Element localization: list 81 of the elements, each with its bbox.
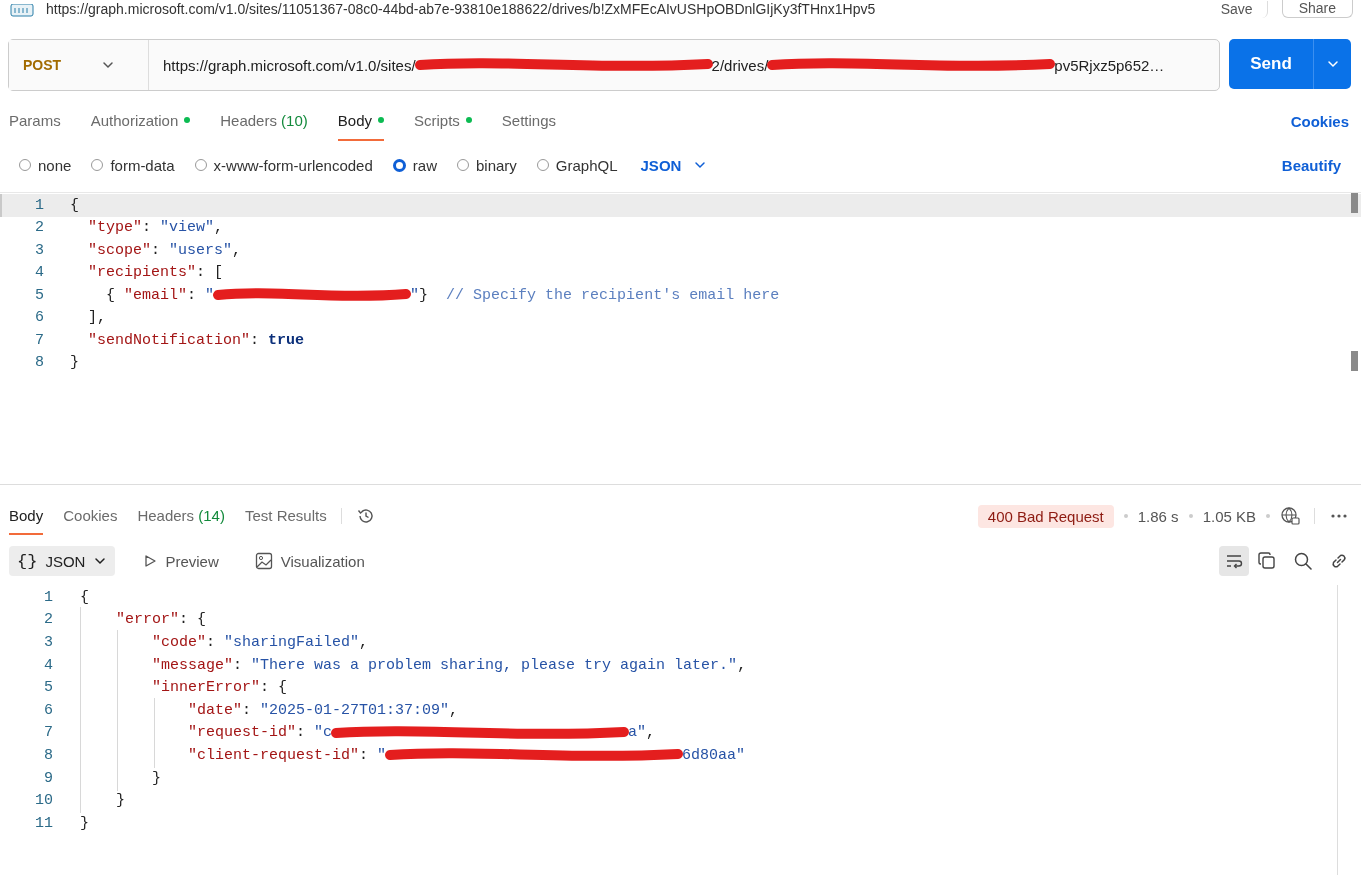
code-text: "recipients": [: [87, 264, 224, 282]
request-tab[interactable]: Settings: [501, 101, 557, 141]
body-type-option[interactable]: form-data: [91, 156, 175, 174]
http-icon: [10, 4, 34, 18]
line-number: 3: [43, 634, 53, 651]
scrollbar-thumb[interactable]: [1351, 193, 1358, 213]
view-mode-button[interactable]: Visualization: [246, 546, 373, 576]
code-text: "innerError": {: [151, 679, 288, 697]
status-badge: 400 Bad Request: [977, 504, 1114, 528]
view-mode-button[interactable]: {} JSON: [9, 546, 116, 576]
body-type-option[interactable]: raw: [392, 156, 437, 174]
body-type-option[interactable]: binary: [456, 156, 517, 174]
code-text: { "email": ": [105, 286, 215, 304]
line-number: 7: [34, 331, 44, 349]
line-number: 1: [43, 588, 53, 606]
response-tab[interactable]: Body: [9, 497, 44, 535]
line-number: 3: [34, 241, 44, 259]
beautify-link[interactable]: Beautify: [1281, 156, 1341, 174]
share-button[interactable]: Share: [1281, 0, 1353, 18]
image-icon: [254, 552, 273, 570]
line-number: 6: [43, 701, 53, 719]
line-number: 10: [34, 792, 53, 810]
response-tab[interactable]: Cookies: [63, 497, 118, 535]
line-number: 4: [43, 656, 53, 674]
line-number: 5: [34, 286, 44, 304]
globe-lock-icon[interactable]: [1280, 506, 1300, 526]
line-number: 6: [34, 309, 44, 327]
code-text: 6d80aa": [682, 746, 746, 764]
radio-button[interactable]: [392, 158, 406, 172]
response-tab[interactable]: Test Results: [244, 497, 327, 535]
line-number: 7: [43, 724, 53, 742]
response-size: 1.05 KB: [1202, 507, 1256, 525]
code-text: "} // Specify the recipient's email here: [410, 286, 780, 304]
code-text: ],: [87, 309, 106, 327]
request-tab[interactable]: Body: [337, 101, 384, 141]
code-text: "scope": "users",: [87, 241, 242, 259]
line-number: 8: [43, 746, 53, 764]
code-text: "type": "view",: [87, 219, 224, 237]
code-text: }: [80, 814, 89, 832]
line-number: 1: [34, 196, 44, 214]
line-number: 11: [34, 814, 53, 832]
scrollbar-thumb[interactable]: [1351, 351, 1358, 371]
code-text: }: [70, 354, 79, 372]
history-icon[interactable]: [355, 506, 376, 526]
code-text: "client-request-id": ": [187, 746, 387, 764]
line-number: 5: [43, 679, 53, 697]
request-tab[interactable]: Params: [9, 101, 61, 141]
line-number: 2: [34, 219, 44, 237]
response-time: 1.86 s: [1137, 507, 1179, 525]
line-number: 2: [43, 611, 53, 629]
request-tab[interactable]: Headers (10): [220, 101, 308, 141]
request-title: https://graph.microsoft.com/v1.0/sites/11051367-08c0-44bd-ab7e-93810e188622/drives/b!ZxMFEcAIvUSHpOBDnlGIjKy3fTHnx1Hpv5: [46, 1, 876, 18]
save-button[interactable]: Save: [1204, 1, 1268, 18]
format-dropdown[interactable]: JSON: [640, 156, 708, 174]
code-text: "date": "2025-01-27T01:37:09",: [187, 701, 459, 719]
copy-icon[interactable]: [1257, 551, 1277, 571]
line-number: 9: [43, 769, 53, 787]
code-text: {: [80, 588, 89, 606]
search-icon[interactable]: [1293, 551, 1313, 571]
request-tab[interactable]: Scripts: [414, 101, 472, 141]
response-tab[interactable]: Headers (14): [137, 497, 225, 535]
code-text: {: [70, 196, 79, 214]
view-mode-button[interactable]: Preview: [135, 546, 227, 576]
code-text: a",: [628, 724, 656, 742]
request-tab[interactable]: Authorization: [90, 101, 191, 141]
play-icon: [143, 554, 158, 568]
line-number: 4: [34, 264, 44, 282]
code-text: "request-id": "c: [187, 724, 333, 742]
line-number: 8: [34, 354, 44, 372]
code-text: "sendNotification": true: [87, 331, 305, 349]
body-type-option[interactable]: x-www-form-urlencoded: [194, 156, 373, 174]
code-text: "code": "sharingFailed",: [151, 634, 369, 651]
body-type-option[interactable]: none: [19, 156, 72, 174]
code-text: }: [151, 769, 161, 787]
cookies-link[interactable]: Cookies: [1290, 112, 1349, 130]
code-text: "message": "There was a problem sharing, please try again later.",: [151, 656, 747, 674]
code-text: "error": {: [115, 611, 207, 629]
body-type-option[interactable]: GraphQL: [536, 156, 618, 174]
wrap-lines-button[interactable]: [1219, 546, 1249, 576]
link-icon[interactable]: [1329, 551, 1349, 571]
code-text: }: [115, 792, 125, 810]
